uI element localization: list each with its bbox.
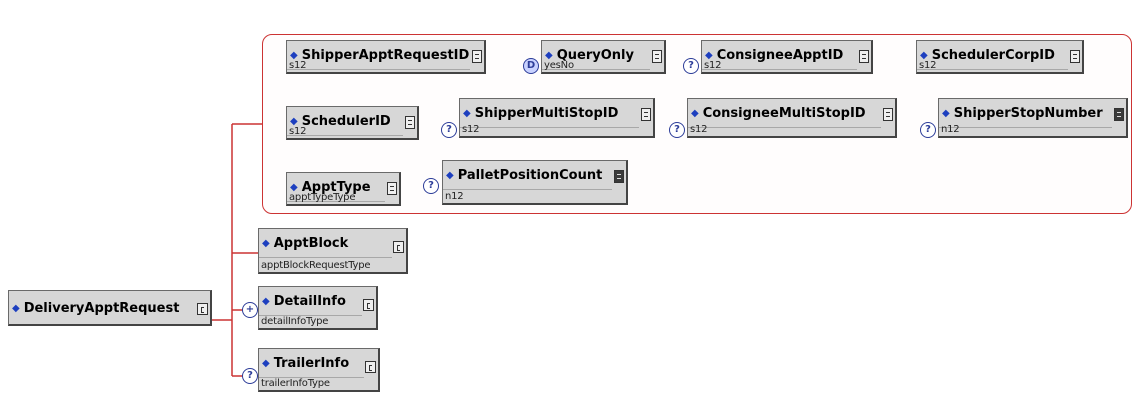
diamond-icon: ◆ xyxy=(463,107,471,119)
node-name: PalletPositionCount xyxy=(457,167,603,183)
expand-e-icon[interactable] xyxy=(405,116,415,129)
node-type: apptBlockRequestType xyxy=(261,260,371,271)
node-trailer-info[interactable]: ◆ TrailerInfo trailerInfoType xyxy=(258,348,380,392)
node-type: trailerInfoType xyxy=(261,378,330,389)
optional-badge-icon: ? xyxy=(920,122,936,138)
node-type: n12 xyxy=(941,124,960,135)
root-name: DeliveryApptRequest xyxy=(23,300,180,316)
node-appt-type[interactable]: ◆ ApptType apptTypeType xyxy=(286,172,401,206)
node-name: ShipperApptRequestID xyxy=(301,47,470,63)
node-type: detailInfoType xyxy=(261,316,329,327)
node-type: s12 xyxy=(919,60,937,71)
diamond-icon: ◆ xyxy=(942,107,950,119)
diamond-icon: ◆ xyxy=(691,107,699,119)
node-name: DetailInfo xyxy=(273,293,346,309)
node-type: s12 xyxy=(289,60,307,71)
node-type: s12 xyxy=(704,60,722,71)
diamond-icon: ◆ xyxy=(545,49,553,61)
optional-badge-icon: ? xyxy=(423,178,439,194)
expand-c-icon[interactable] xyxy=(363,299,374,311)
node-type: s12 xyxy=(690,124,708,135)
node-scheduler-corp-id[interactable]: ◆ SchedulerCorpID s12 xyxy=(916,40,1084,74)
node-delivery-appt-request[interactable]: ◆ DeliveryApptRequest xyxy=(8,290,212,326)
expand-e-icon[interactable] xyxy=(1114,108,1124,121)
diamond-icon: ◆ xyxy=(920,49,928,61)
expand-e-icon[interactable] xyxy=(859,50,869,63)
node-detail-info[interactable]: ◆ DetailInfo detailInfoType xyxy=(258,286,378,330)
diamond-icon: ◆ xyxy=(262,295,270,307)
diamond-icon: ◆ xyxy=(290,115,298,127)
node-type: s12 xyxy=(289,126,307,137)
expand-e-icon[interactable] xyxy=(614,170,624,183)
node-appt-block[interactable]: ◆ ApptBlock apptBlockRequestType xyxy=(258,228,408,274)
expand-c-icon[interactable] xyxy=(393,241,404,253)
expand-e-icon[interactable] xyxy=(472,50,482,63)
optional-badge-icon: ? xyxy=(683,58,699,74)
optional-badge-icon: ? xyxy=(669,122,685,138)
expand-e-icon[interactable] xyxy=(652,50,662,63)
node-type: n12 xyxy=(445,191,464,202)
node-pallet-position-count[interactable]: ◆ PalletPositionCount n12 xyxy=(442,160,628,205)
expand-e-icon[interactable] xyxy=(1070,50,1080,63)
node-type: apptTypeType xyxy=(289,192,356,203)
node-name: ShipperStopNumber xyxy=(953,105,1103,121)
node-name: ShipperMultiStopID xyxy=(474,105,619,121)
node-consignee-appt-id[interactable]: ◆ ConsigneeApptID s12 xyxy=(701,40,873,74)
diamond-icon: ◆ xyxy=(705,49,713,61)
diamond-icon: ◆ xyxy=(290,49,298,61)
diamond-icon: ◆ xyxy=(12,302,20,314)
node-type: s12 xyxy=(462,124,480,135)
node-query-only[interactable]: ◆ QueryOnly yesNo xyxy=(541,40,666,74)
optional-badge-icon: ? xyxy=(242,368,258,384)
node-name: ConsigneeMultiStopID xyxy=(702,105,866,121)
diamond-icon: ◆ xyxy=(290,181,298,193)
node-name: SchedulerID xyxy=(301,113,391,129)
diamond-icon: ◆ xyxy=(262,237,270,249)
optional-badge-icon: D xyxy=(523,58,539,74)
node-name: TrailerInfo xyxy=(273,355,350,371)
optional-badge-icon: + xyxy=(242,302,258,318)
node-shipper-stop-number[interactable]: ◆ ShipperStopNumber n12 xyxy=(938,98,1128,138)
diamond-icon: ◆ xyxy=(262,357,270,369)
node-shipper-appt-request-id[interactable]: ◆ ShipperApptRequestID s12 xyxy=(286,40,486,74)
expand-e-icon[interactable] xyxy=(641,108,651,121)
node-scheduler-id[interactable]: ◆ SchedulerID s12 xyxy=(286,106,419,140)
node-consignee-multi-stop-id[interactable]: ◆ ConsigneeMultiStopID s12 xyxy=(687,98,897,138)
expand-c-icon[interactable] xyxy=(197,303,208,315)
node-name: ConsigneeApptID xyxy=(716,47,844,63)
node-name: ApptBlock xyxy=(273,235,349,251)
diamond-icon: ◆ xyxy=(446,169,454,181)
expand-c-icon[interactable] xyxy=(365,361,376,373)
node-type: yesNo xyxy=(544,60,574,71)
expand-e-icon[interactable] xyxy=(883,108,893,121)
optional-badge-icon: ? xyxy=(441,122,457,138)
node-shipper-multi-stop-id[interactable]: ◆ ShipperMultiStopID s12 xyxy=(459,98,655,138)
node-name: SchedulerCorpID xyxy=(931,47,1055,63)
expand-e-icon[interactable] xyxy=(387,182,397,195)
